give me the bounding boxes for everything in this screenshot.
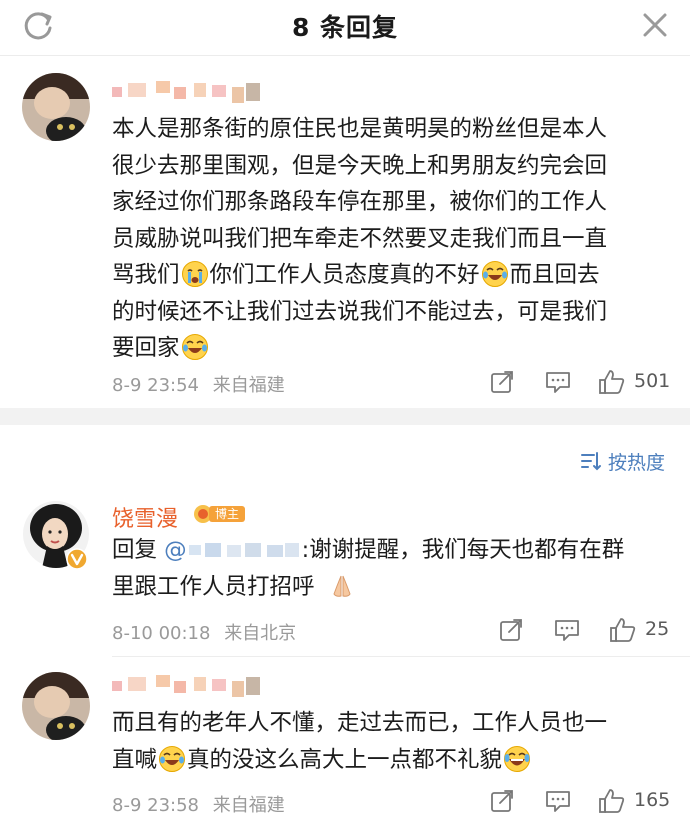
avatar[interactable] bbox=[22, 73, 90, 141]
like-count: 165 bbox=[634, 789, 671, 811]
root-comment: 本人是那条街的原住民也是黄明昊的粉丝但是本人 很少去那里围观，但是今天晚上和男朋… bbox=[0, 56, 690, 408]
text-line: 本人是那条街的原住民也是黄明昊的粉丝但是本人 bbox=[112, 116, 608, 142]
share-icon[interactable] bbox=[488, 787, 516, 815]
mention-link[interactable]: @ bbox=[164, 537, 302, 563]
laugh-cry-emoji-icon bbox=[481, 261, 508, 287]
text-line: 而且有的老年人不懂，走过去而已，工作人员也一 bbox=[112, 710, 608, 736]
crying-emoji-icon bbox=[181, 261, 208, 287]
reply-location: 来自北京 bbox=[224, 623, 297, 644]
reply-meta: 8-10 00:18 来自北京 bbox=[112, 619, 296, 645]
comment-location: 来自福建 bbox=[212, 375, 285, 396]
text-line: 回复 @ :谢谢提醒，我们每天也都有在群 bbox=[112, 537, 625, 563]
reply-actions: 165 bbox=[488, 787, 678, 815]
tears-of-joy-emoji-icon bbox=[504, 745, 531, 772]
reply-separator bbox=[112, 656, 690, 657]
laugh-cry-emoji-icon bbox=[159, 745, 186, 772]
username-blurred[interactable] bbox=[112, 673, 262, 699]
reply-text: 回复 @ :谢谢提醒，我们每天也都有在群 里跟工作人员打招呼 bbox=[112, 532, 672, 605]
comment-text: 本人是那条街的原住民也是黄明昊的粉丝但是本人 很少去那里围观，但是今天晚上和男朋… bbox=[112, 111, 672, 367]
sort-by-hot-button[interactable]: 按热度 bbox=[580, 448, 665, 474]
username-blurred[interactable] bbox=[112, 79, 262, 105]
reply-time: 8-9 23:58 bbox=[112, 795, 199, 815]
like-icon[interactable] bbox=[609, 616, 637, 644]
sort-label: 按热度 bbox=[608, 451, 666, 474]
comment-icon[interactable] bbox=[553, 616, 581, 644]
verified-v-icon bbox=[66, 548, 88, 570]
laugh-cry-emoji-icon bbox=[181, 334, 208, 360]
header-bar: 8 条回复 bbox=[0, 0, 690, 56]
text-line: 里跟工作人员打招呼 bbox=[112, 569, 672, 606]
reply-location: 来自福建 bbox=[212, 795, 285, 815]
reply-meta: 8-9 23:58 来自福建 bbox=[112, 791, 285, 815]
close-icon[interactable] bbox=[638, 8, 672, 42]
text-line: 的时候还不让我们过去说我们不能过去，可是我们 bbox=[112, 298, 608, 325]
mention-blurred bbox=[188, 543, 299, 557]
badge-label: 博主 bbox=[215, 507, 240, 521]
comment-actions: 501 bbox=[488, 368, 678, 398]
share-icon[interactable] bbox=[488, 368, 516, 396]
text-line: 骂我们 你们工作人员态度真的不好 而且回去 bbox=[112, 261, 600, 288]
reply-time: 8-10 00:18 bbox=[112, 623, 211, 644]
comment-icon[interactable] bbox=[544, 787, 572, 815]
text-line: 直喊 真的没这么高大上一点都不礼貌 bbox=[112, 742, 672, 779]
folded-hands-emoji-icon bbox=[333, 575, 351, 597]
avatar[interactable] bbox=[22, 672, 90, 740]
text-line: 很少去那里围观，但是今天晚上和男朋友约完会回 bbox=[112, 152, 608, 179]
like-icon[interactable] bbox=[598, 787, 626, 815]
text-line: 家经过你们那条路段车停在那里，被你们的工作人 bbox=[112, 189, 608, 215]
text-line: 要回家 bbox=[112, 330, 672, 367]
reply-actions: 25 bbox=[497, 616, 677, 646]
section-divider bbox=[0, 408, 690, 425]
share-icon[interactable] bbox=[497, 616, 525, 644]
reply-username[interactable]: 饶雪漫 bbox=[112, 501, 178, 533]
like-icon[interactable] bbox=[598, 368, 626, 396]
like-count: 501 bbox=[634, 370, 671, 392]
comment-meta: 8-9 23:54 来自福建 bbox=[112, 371, 285, 397]
comment-time: 8-9 23:54 bbox=[112, 375, 199, 396]
like-count: 25 bbox=[645, 618, 670, 640]
text-line: 员威胁说叫我们把车牵走不然要叉走我们而且一直 bbox=[112, 225, 608, 252]
comment-icon[interactable] bbox=[544, 368, 572, 396]
page-title: 8 条回复 bbox=[291, 13, 399, 42]
reply-text: 而且有的老年人不懂，走过去而已，工作人员也一 直喊 真的没这么高大上一点都不礼貌 bbox=[112, 705, 672, 778]
sort-icon bbox=[581, 452, 601, 471]
